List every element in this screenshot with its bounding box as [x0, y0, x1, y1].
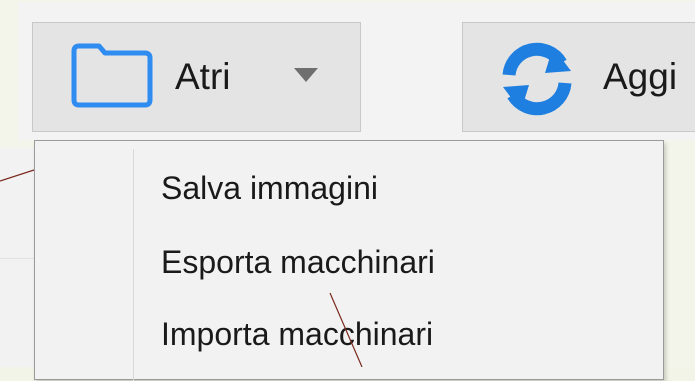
annotation-lines [0, 169, 363, 367]
annotation-line-left [0, 169, 35, 182]
annotation-line-bottom [329, 292, 363, 367]
